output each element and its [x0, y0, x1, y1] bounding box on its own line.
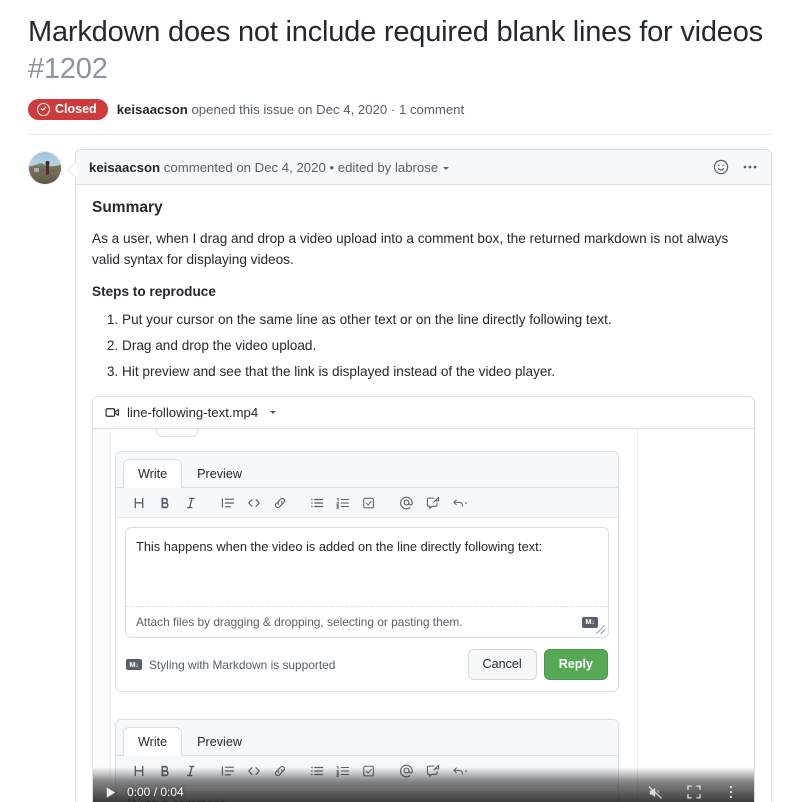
comment-textarea-top[interactable]: This happens when the video is added on … — [126, 528, 608, 606]
video-frame-partial-element — [156, 429, 198, 438]
comment-thread: keisaacson commented on Dec 4, 2020 • ed… — [28, 149, 772, 802]
bold-icon[interactable] — [152, 496, 178, 510]
closed-check-icon — [37, 103, 50, 117]
heading-icon[interactable] — [126, 764, 152, 778]
issue-number: #1202 — [28, 53, 108, 86]
issue-title-text: Markdown does not include required blank… — [28, 16, 763, 48]
fullscreen-icon[interactable] — [686, 784, 702, 800]
quote-icon[interactable] — [215, 764, 241, 778]
comment-editor-link[interactable]: labrose — [395, 160, 438, 175]
video-file-icon — [105, 405, 120, 420]
quote-icon[interactable] — [215, 496, 241, 510]
mention-icon[interactable] — [393, 763, 420, 778]
attach-files-label: Attach files by dragging & dropping, sel… — [136, 615, 463, 630]
task-list-icon[interactable] — [356, 496, 382, 510]
status-badge: Closed — [28, 99, 108, 121]
bold-icon[interactable] — [152, 764, 178, 778]
comment-meta-text: commented on Dec 4, 2020 • edited by — [160, 159, 395, 175]
reference-icon[interactable] — [420, 496, 446, 510]
page-title: Markdown does not include required blank… — [28, 14, 772, 88]
unordered-list-icon[interactable] — [304, 496, 330, 510]
issue-header: Markdown does not include required blank… — [0, 0, 800, 121]
list-item: Drag and drop the video upload. — [122, 335, 755, 356]
issue-meta-rest: opened this issue on Dec 4, 2020 · 1 com… — [187, 102, 465, 118]
steps-list: Put your cursor on the same line as othe… — [92, 309, 755, 383]
link-icon[interactable] — [267, 496, 293, 510]
video-attachment: line-following-text.mp4 Write Preview Th… — [92, 396, 755, 802]
video-player[interactable]: Write Preview This happens when the vide… — [93, 429, 754, 802]
heading-icon[interactable] — [126, 496, 152, 510]
steps-heading: Steps to reproduce — [92, 283, 216, 299]
code-icon[interactable] — [241, 496, 267, 510]
issue-meta: Closed keisaacson opened this issue on D… — [28, 99, 772, 121]
comment-meta: keisaacson commented on Dec 4, 2020 • ed… — [89, 159, 450, 175]
inner-comment-editor-top: Write Preview This happens when the vide… — [115, 451, 619, 693]
inner-comment-editor-bottom: Write Preview — [115, 719, 619, 802]
comment-textarea-bottom[interactable]: Write a comment — [116, 786, 618, 802]
ordered-list-icon[interactable] — [330, 496, 356, 510]
status-badge-label: Closed — [55, 102, 97, 117]
video-attachment-header[interactable]: line-following-text.mp4 — [93, 397, 754, 430]
comment-author-link[interactable]: keisaacson — [89, 160, 160, 175]
markdown-supported-label: Styling with Markdown is supported — [149, 657, 336, 672]
video-control-actions — [647, 784, 744, 801]
inner-editor-footer-top: M↓ Styling with Markdown is supported Ca… — [116, 638, 618, 692]
video-kebab-menu-icon[interactable] — [724, 784, 738, 800]
reference-icon[interactable] — [420, 764, 446, 778]
issue-author-link[interactable]: keisaacson — [117, 102, 188, 117]
avatar[interactable] — [28, 151, 62, 186]
list-item: Hit preview and see that the link is dis… — [122, 361, 755, 382]
comment-textarea-wrapper-top: This happens when the video is added on … — [125, 527, 609, 639]
inner-editor-toolbar-bottom — [116, 756, 618, 787]
tab-write[interactable]: Write — [123, 727, 183, 757]
comment-header: keisaacson commented on Dec 4, 2020 • ed… — [76, 150, 771, 186]
ordered-list-icon[interactable] — [330, 764, 356, 778]
italic-icon[interactable] — [178, 764, 204, 778]
inner-editor-tabs-bottom: Write Preview — [116, 720, 618, 757]
chevron-down-icon[interactable] — [443, 166, 450, 170]
attach-files-hint[interactable]: Attach files by dragging & dropping, sel… — [126, 606, 608, 637]
task-list-icon[interactable] — [356, 764, 382, 778]
tab-write[interactable]: Write — [123, 459, 183, 489]
video-chevron-down-icon[interactable] — [270, 411, 277, 415]
summary-paragraph: As a user, when I drag and drop a video … — [92, 231, 729, 268]
cancel-button[interactable]: Cancel — [467, 649, 537, 681]
tab-preview[interactable]: Preview — [182, 727, 257, 756]
summary-heading: Summary — [92, 199, 163, 217]
code-icon[interactable] — [241, 764, 267, 778]
comment-kebab-menu-icon[interactable] — [742, 159, 758, 175]
video-frame-gutter — [93, 429, 111, 802]
comment-box: keisaacson commented on Dec 4, 2020 • ed… — [67, 149, 772, 802]
issue-page: Markdown does not include required blank… — [0, 0, 800, 802]
inner-editor-tabs-top: Write Preview — [116, 452, 618, 489]
unordered-list-icon[interactable] — [304, 764, 330, 778]
list-item: Put your cursor on the same line as othe… — [122, 309, 755, 330]
issue-meta-text: keisaacson opened this issue on Dec 4, 2… — [117, 102, 465, 117]
reply-button[interactable]: Reply — [543, 649, 608, 681]
textarea-resize-handle[interactable] — [596, 625, 605, 635]
saved-replies-icon[interactable] — [446, 496, 474, 510]
video-filename: line-following-text.mp4 — [127, 405, 259, 421]
video-frame: Write Preview This happens when the vide… — [93, 429, 638, 802]
mute-icon[interactable] — [647, 784, 664, 801]
comment-body: Summary As a user, when I drag and drop … — [76, 185, 771, 802]
markdown-hint-icon: M↓ — [126, 659, 142, 671]
link-icon[interactable] — [267, 764, 293, 778]
add-reaction-icon[interactable] — [713, 159, 729, 175]
header-divider — [28, 134, 772, 136]
italic-icon[interactable] — [178, 496, 204, 510]
saved-replies-icon[interactable] — [446, 764, 474, 778]
mention-icon[interactable] — [393, 495, 420, 510]
inner-editor-area-top: This happens when the video is added on … — [116, 518, 618, 639]
inner-editor-toolbar-top — [116, 488, 618, 519]
tab-preview[interactable]: Preview — [182, 459, 257, 488]
comment-header-actions — [713, 159, 758, 175]
